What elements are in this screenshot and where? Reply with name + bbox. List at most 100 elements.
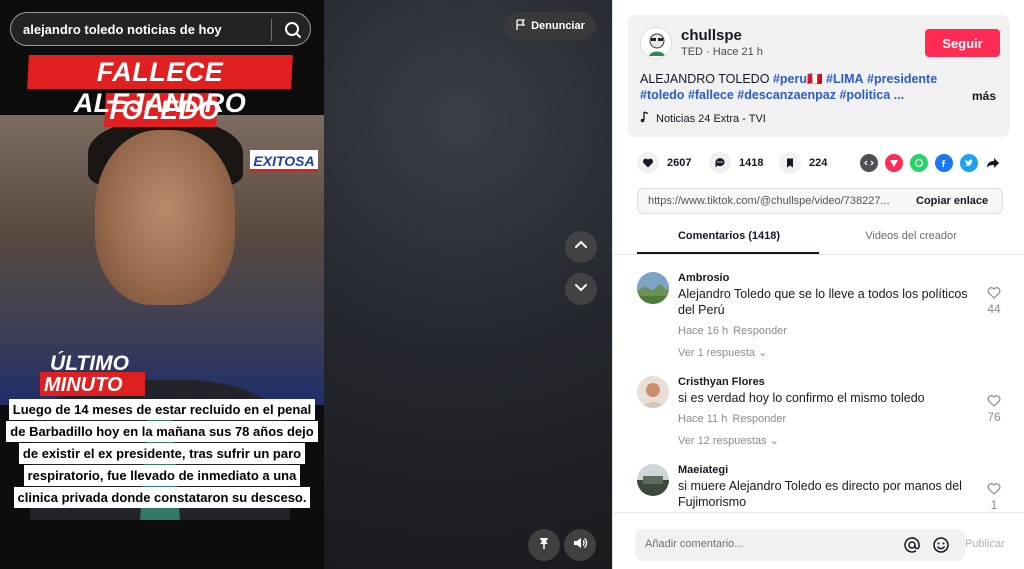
comment-like-count: 44 [987,302,1001,316]
comment-item: Maeiategi si muere Alejandro Toledo es d… [637,464,1007,512]
tab-comments[interactable]: Comentarios (1418) [637,230,821,242]
comment-input[interactable]: Añadir comentario... [635,529,965,561]
comment-item: Cristhyan Flores si es verdad hoy lo con… [637,376,1007,456]
caption-line: de existir el ex presidente, tras sufrir… [18,443,306,464]
chevron-down-icon: ⌄ [758,347,768,359]
comment-time: Hace 11 h [678,413,728,425]
music-title: Noticias 24 Extra - TVI [656,112,766,125]
whatsapp-icon[interactable] [910,154,928,172]
post-description: ALEJANDRO TOLEDO #peru🇵🇪 #LIMA #presiden… [640,71,970,103]
comment-stat[interactable]: 1418 [709,152,763,174]
search-bar[interactable]: alejandro toledo noticias de hoy [10,12,311,46]
comment-composer: Añadir comentario... Publicar [613,512,1024,569]
comment-like[interactable]: 44 [981,286,1007,316]
previous-video-button[interactable] [565,231,597,263]
embed-icon[interactable] [860,154,878,172]
follow-button[interactable]: Seguir [925,29,1000,57]
description-text: ALEJANDRO TOLEDO [640,72,773,86]
report-button[interactable]: Denunciar [504,12,596,40]
floating-player-button[interactable] [528,529,560,561]
heart-outline-icon [981,394,1007,410]
comment-time: Hace 16 h [678,325,729,337]
caption-line: clinica privada donde constataron su des… [13,487,311,508]
view-replies-label: Ver 12 respuestas [678,435,767,447]
channel-logo: EXITOSA [250,150,318,172]
comment-count: 1418 [739,157,764,169]
share-arrow-icon[interactable] [984,154,1002,172]
comment-text: si muere Alejandro Toledo es directo por… [678,479,962,509]
video-area: FALLECE ALEJANDRO TOLEDO EXITOSA ÚLTIMO … [0,0,612,569]
music-note-icon [640,111,650,126]
commenter-avatar[interactable] [637,376,669,408]
commenter-avatar[interactable] [637,464,669,496]
hashtag[interactable]: #presidente [867,72,937,86]
caption-line: Luego de 14 meses de estar recluido en e… [8,399,316,420]
view-replies-button[interactable]: Ver 12 respuestas ⌄ [678,434,779,447]
bookmark-icon [779,152,801,174]
mention-icon[interactable] [903,536,921,559]
hashtag[interactable]: #toledo [640,88,684,102]
commenter-name[interactable]: Cristhyan Flores [678,376,765,388]
emoji-icon[interactable] [932,536,950,559]
send-icon[interactable] [885,154,903,172]
comment-like-count: 1 [990,498,998,512]
like-count: 2607 [667,157,692,169]
comment-like[interactable]: 76 [981,394,1007,424]
facebook-icon[interactable] [935,154,953,172]
creator-avatar[interactable] [640,27,672,59]
comment-meta: Hace 16 h Responder [678,325,787,337]
reply-button[interactable]: Responder [732,413,786,425]
like-stat[interactable]: 2607 [637,152,691,174]
comment-meta: Hace 11 h Responder [678,413,786,425]
badge-line2: MINUTO [44,374,123,396]
view-replies-button[interactable]: Ver 1 respuesta ⌄ [678,346,767,359]
commenter-avatar[interactable] [637,272,669,304]
hashtag[interactable]: #peru🇵🇪 [773,72,823,86]
reply-button[interactable]: Responder [733,325,787,337]
comment-like-count: 76 [987,410,1001,424]
more-button[interactable]: más [972,89,996,103]
twitter-icon[interactable] [960,154,978,172]
creator-subline: TED · Hace 21 h [681,46,763,58]
details-panel: chullspe TED · Hace 21 h Seguir ALEJANDR… [612,0,1024,569]
hashtag[interactable]: #descanzaenpaz [737,88,836,102]
comment-text: Alejandro Toledo que se lo lleve a todos… [678,287,968,317]
comment-icon [709,152,731,174]
save-stat[interactable]: 224 [779,152,827,174]
video-player[interactable]: FALLECE ALEJANDRO TOLEDO EXITOSA ÚLTIMO … [0,0,324,569]
face-shape [95,130,235,305]
music-link[interactable]: Noticias 24 Extra - TVI [640,111,766,126]
search-icon[interactable] [279,17,307,43]
comment-like[interactable]: 1 [981,482,1007,512]
tab-creator-videos[interactable]: Videos del creador [819,230,1003,242]
hashtag[interactable]: #fallece [688,88,734,102]
commenter-name[interactable]: Ambrosio [678,272,729,284]
creator-username[interactable]: chullspe [681,27,742,44]
caption-line: respiratorio, fue llevado de inmediato a… [23,465,301,486]
floating-player-icon [536,535,552,556]
next-video-button[interactable] [565,273,597,305]
view-replies-label: Ver 1 respuesta [678,347,756,359]
search-divider [271,19,272,41]
video-link-box: https://www.tiktok.com/@chullspe/video/7… [637,188,1003,214]
heart-outline-icon [981,286,1007,302]
video-link-url[interactable]: https://www.tiktok.com/@chullspe/video/7… [648,195,903,207]
volume-button[interactable] [564,529,596,561]
active-tab-indicator [637,252,819,254]
ellipsis: ... [893,88,905,102]
comment-text: si es verdad hoy lo confirmo el mismo to… [678,391,925,405]
search-input[interactable]: alejandro toledo noticias de hoy [23,22,222,37]
hashtag[interactable]: #LIMA [826,72,864,86]
post-comment-button[interactable]: Publicar [965,538,1005,550]
commenter-name[interactable]: Maeiategi [678,464,728,476]
volume-icon [572,535,588,556]
comment-placeholder: Añadir comentario... [645,538,744,550]
heart-icon [637,152,659,174]
post-card: chullspe TED · Hace 21 h Seguir ALEJANDR… [628,15,1010,137]
caption-line: de Barbadillo hoy en la mañana sus 78 añ… [6,421,318,442]
copy-link-button[interactable]: Copiar enlace [916,195,988,207]
comment-item: Ambrosio Alejandro Toledo que se lo llev… [637,272,1007,362]
tab-divider [613,254,1024,255]
report-label: Denunciar [531,20,585,32]
hashtag[interactable]: #politica [839,88,890,102]
